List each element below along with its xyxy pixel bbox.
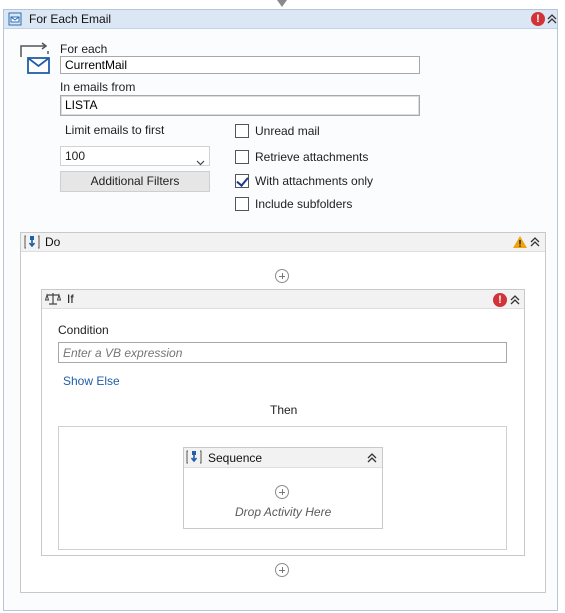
include-subfolders-label: Include subfolders <box>255 197 353 211</box>
sequence-icon <box>186 450 202 467</box>
limit-emails-select[interactable]: 100 <box>60 146 210 166</box>
condition-label: Condition <box>58 323 109 337</box>
retrieve-attachments-label: Retrieve attachments <box>255 150 369 164</box>
current-item-field[interactable]: CurrentMail <box>60 56 420 74</box>
if-title: If <box>67 292 74 306</box>
add-activity-icon[interactable] <box>275 269 289 283</box>
include-subfolders-checkbox[interactable] <box>235 197 249 211</box>
sequence-icon <box>24 235 40 252</box>
for-each-activity-icon <box>8 12 22 29</box>
sequence-title: Sequence <box>208 451 263 465</box>
drop-activity-hint: Drop Activity Here <box>235 505 332 519</box>
collapse-icon[interactable] <box>509 294 521 309</box>
additional-filters-button[interactable]: Additional Filters <box>60 171 210 192</box>
add-activity-icon[interactable] <box>275 485 289 499</box>
show-else-link[interactable]: Show Else <box>63 374 120 388</box>
error-icon[interactable]: ! <box>531 12 545 26</box>
unread-mail-checkbox[interactable] <box>235 124 249 138</box>
error-icon[interactable]: ! <box>493 293 507 307</box>
retrieve-attachments-checkbox[interactable] <box>235 150 249 164</box>
chevron-down-icon <box>196 153 205 171</box>
warning-icon[interactable] <box>512 235 528 252</box>
with-attachments-only-checkbox[interactable] <box>235 174 249 188</box>
limit-emails-label: Limit emails to first <box>65 123 165 137</box>
limit-emails-value: 100 <box>65 149 86 163</box>
collapse-icon[interactable] <box>366 452 378 467</box>
for-each-label: For each <box>60 42 108 56</box>
if-header[interactable] <box>42 290 524 309</box>
connector-arrow-icon <box>277 0 287 7</box>
with-attachments-only-label: With attachments only <box>255 174 374 188</box>
do-title: Do <box>45 235 61 249</box>
collapse-icon[interactable] <box>546 13 558 28</box>
add-activity-icon[interactable] <box>275 563 289 577</box>
unread-mail-label: Unread mail <box>255 124 320 138</box>
then-label: Then <box>270 403 298 417</box>
emails-from-label: In emails from <box>60 80 136 94</box>
for-each-email-title: For Each Email <box>29 12 112 26</box>
collapse-icon[interactable] <box>529 236 541 251</box>
emails-from-field[interactable]: LISTA <box>60 95 420 116</box>
email-loop-icon <box>18 41 52 80</box>
do-header[interactable] <box>21 233 545 252</box>
condition-input[interactable] <box>58 342 507 363</box>
scale-icon <box>44 292 62 309</box>
